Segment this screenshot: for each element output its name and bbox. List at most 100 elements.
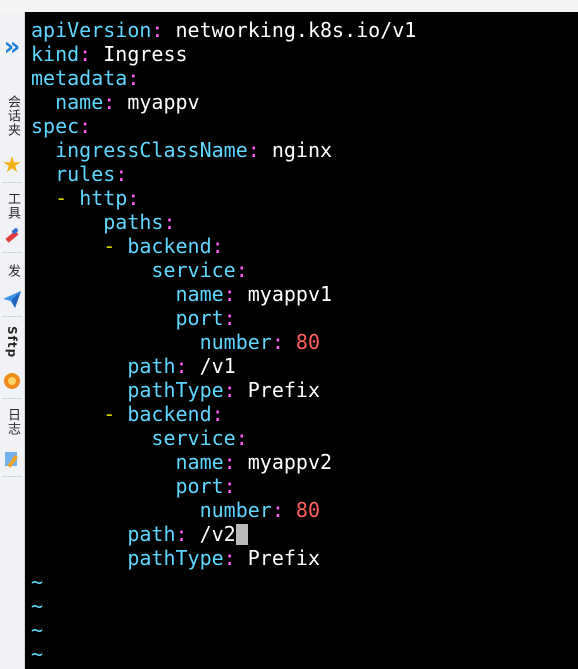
code-line: name: myappv1 — [31, 282, 333, 306]
list-dash: - — [103, 402, 128, 426]
yaml-key: ingressClassName — [55, 138, 248, 162]
code-line: ingressClassName: nginx — [31, 138, 332, 162]
list-dash: - — [55, 186, 80, 210]
code-line: service: — [31, 426, 248, 450]
code-line: spec: — [31, 114, 91, 138]
sidebar-divider — [2, 476, 22, 477]
yaml-key: name — [55, 90, 104, 114]
empty-line-tilde: ~ — [31, 618, 44, 642]
yaml-key: port — [175, 474, 224, 498]
colon: : — [151, 18, 164, 42]
yaml-value: myappv — [115, 90, 200, 114]
yaml-key: metadata — [31, 66, 128, 90]
colon: : — [223, 474, 236, 498]
sidebar-item-label: 工具 — [5, 192, 20, 220]
empty-line-tilde: ~ — [31, 594, 44, 618]
sidebar: » 会话夹 ★ 工具 发 Sftp 日志 — [0, 12, 25, 669]
sidebar-tools-icon — [0, 222, 24, 248]
sidebar-log-icon — [0, 446, 24, 472]
yaml-key: apiVersion — [31, 18, 152, 42]
sidebar-sftp-icon — [0, 368, 24, 394]
sidebar-divider — [2, 316, 22, 317]
yaml-key: spec — [31, 114, 80, 138]
colon: : — [163, 210, 176, 234]
code-line: name: myappv — [31, 90, 200, 114]
sidebar-send-icon — [0, 286, 24, 312]
yaml-key: service — [151, 426, 236, 450]
colon: : — [223, 378, 236, 402]
yaml-key: pathType — [127, 378, 224, 402]
chevron-double-right-icon: » — [3, 32, 21, 62]
code-line: path: /v1 — [31, 354, 235, 378]
sidebar-item-label: 会话夹 — [5, 95, 20, 137]
code-line: paths: — [31, 210, 176, 234]
colon: : — [127, 66, 140, 90]
code-line: apiVersion: networking.k8s.io/v1 — [31, 18, 416, 42]
sftp-icon — [4, 373, 20, 389]
log-icon — [5, 452, 19, 468]
code-line: metadata: — [31, 66, 139, 90]
sidebar-item-send[interactable]: 发 — [0, 256, 24, 286]
yaml-value: Ingress — [91, 42, 188, 66]
sidebar-divider — [2, 252, 22, 253]
yaml-key: paths — [103, 210, 164, 234]
sidebar-item-sessions[interactable]: 会话夹 — [0, 80, 24, 152]
vim-editor[interactable]: apiVersion: networking.k8s.io/v1 kind: In… — [25, 12, 578, 669]
yaml-number: 80 — [295, 498, 321, 522]
code-line: kind: Ingress — [31, 42, 188, 66]
colon: : — [271, 498, 284, 522]
yaml-value: nginx — [259, 138, 333, 162]
yaml-value: networking.k8s.io/v1 — [163, 18, 417, 42]
sidebar-sessions-icon: ★ — [0, 154, 24, 178]
yaml-value: Prefix — [235, 378, 320, 402]
yaml-value: myappv2 — [235, 450, 333, 474]
colon: : — [175, 354, 188, 378]
text-cursor — [235, 524, 248, 545]
colon: : — [223, 546, 236, 570]
yaml-key: number — [199, 498, 272, 522]
code-line: service: — [31, 258, 247, 282]
yaml-key: path — [127, 354, 176, 378]
sidebar-item-label: 发 — [5, 264, 20, 278]
sidebar-item-sftp[interactable]: Sftp — [0, 318, 24, 366]
sidebar-item-log[interactable]: 日志 — [0, 400, 24, 444]
colon: : — [235, 426, 248, 450]
colon: : — [175, 522, 188, 546]
colon: : — [211, 402, 224, 426]
colon: : — [79, 114, 92, 138]
send-icon — [3, 291, 21, 308]
yaml-key: number — [199, 330, 272, 354]
yaml-value: Prefix — [235, 546, 320, 570]
colon: : — [223, 282, 236, 306]
code-line: - backend: — [31, 234, 223, 258]
colon: : — [271, 330, 284, 354]
code-line: port: — [31, 474, 236, 498]
yaml-number: 80 — [295, 330, 321, 354]
code-line: number: 80 — [31, 498, 320, 522]
yaml-key: name — [175, 450, 224, 474]
sidebar-divider — [2, 398, 22, 399]
tool-icon — [5, 227, 19, 243]
list-dash: - — [103, 234, 128, 258]
yaml-key: port — [175, 306, 224, 330]
yaml-key: backend — [127, 234, 212, 258]
yaml-key: backend — [127, 402, 212, 426]
sidebar-collapse-button[interactable]: » — [0, 32, 24, 62]
yaml-value — [284, 330, 296, 354]
yaml-key: http — [79, 186, 128, 210]
code-line: port: — [31, 306, 236, 330]
